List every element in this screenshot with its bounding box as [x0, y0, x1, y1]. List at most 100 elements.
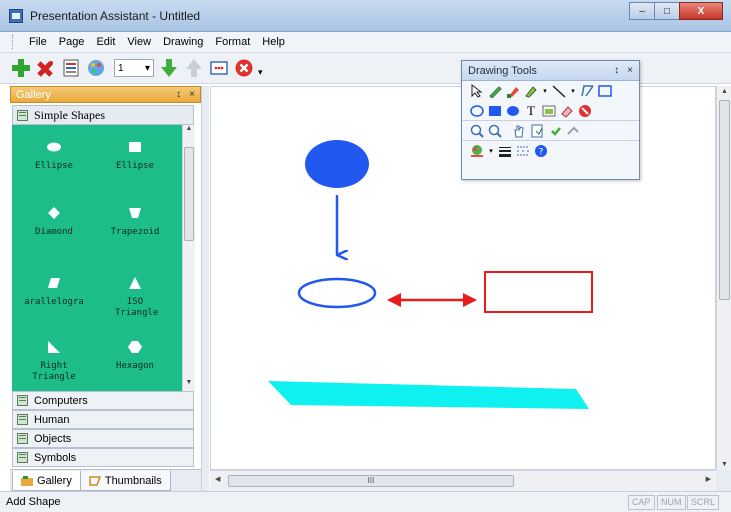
scroll-down-icon[interactable]: ▼	[717, 461, 731, 468]
stop-button[interactable]	[233, 57, 255, 79]
chevron-down-icon: ▾	[144, 62, 150, 74]
menu-view[interactable]: View	[121, 36, 157, 48]
shape-trapezoid[interactable]: Trapezoid	[95, 207, 175, 238]
num-lock-indicator: NUM	[657, 495, 686, 510]
arrowhead-left-icon	[387, 293, 401, 307]
eraser-icon[interactable]	[560, 104, 574, 118]
thumbnails-icon	[89, 475, 101, 486]
shape-ellipse-2[interactable]: Ellipse	[95, 141, 175, 172]
toolbar-overflow-icon[interactable]: ▾	[258, 67, 263, 78]
filled-rectangle-icon[interactable]	[488, 104, 502, 118]
close-button[interactable]: X	[679, 2, 723, 20]
scroll-left-icon[interactable]: ◀	[215, 475, 220, 483]
category-icon	[17, 109, 28, 121]
close-icon[interactable]: ×	[627, 65, 633, 76]
drawing-tools-row-4: ▾ ?	[462, 141, 639, 161]
shape-label: Hexagon	[116, 361, 154, 371]
category-symbols[interactable]: Symbols	[12, 448, 194, 467]
color-picker-icon[interactable]	[470, 144, 484, 158]
minimize-button[interactable]: –	[629, 2, 655, 20]
pan-hand-icon[interactable]	[512, 124, 526, 138]
category-label: Human	[34, 413, 70, 426]
theme-button[interactable]	[85, 57, 107, 79]
menu-help[interactable]: Help	[256, 36, 291, 48]
line-icon[interactable]	[552, 84, 566, 98]
previous-page-button[interactable]	[183, 57, 205, 79]
delete-icon	[37, 61, 53, 77]
slideshow-button[interactable]	[208, 57, 230, 79]
scroll-right-icon[interactable]: ▶	[706, 475, 711, 483]
canvas-horizontal-scrollbar[interactable]: ◀ III ▶	[210, 470, 716, 491]
image-tool-icon[interactable]	[542, 104, 556, 118]
category-simple-shapes[interactable]: Simple Shapes	[12, 105, 194, 125]
pencil-icon[interactable]	[488, 84, 502, 98]
chevron-down-icon[interactable]: ▾	[542, 84, 548, 98]
scroll-down-icon[interactable]: ▼	[183, 379, 195, 391]
canvas-hscroll-thumb[interactable]: III	[228, 475, 514, 487]
menu-page[interactable]: Page	[53, 36, 91, 48]
tab-label: Gallery	[37, 474, 72, 487]
menu-edit[interactable]: Edit	[90, 36, 121, 48]
page-number-select[interactable]: 1 ▾	[114, 59, 154, 77]
page-properties-button[interactable]	[60, 57, 82, 79]
menu-format[interactable]: Format	[209, 36, 256, 48]
new-page-icon[interactable]	[530, 124, 544, 138]
brush-icon[interactable]	[506, 84, 520, 98]
shape-ellipse-1[interactable]: Ellipse	[14, 141, 94, 172]
shape-iso-triangle[interactable]: ISO Triangle	[95, 277, 175, 319]
right-triangle-icon	[48, 341, 60, 353]
rectangle-tool-icon[interactable]	[598, 84, 612, 98]
redo-icon[interactable]	[566, 124, 580, 138]
drawing-tools-header[interactable]: Drawing Tools ↕ ×	[462, 61, 639, 81]
next-page-button[interactable]	[158, 57, 180, 79]
line-style-icon[interactable]	[516, 144, 530, 158]
fill-color-icon[interactable]	[524, 84, 538, 98]
category-objects[interactable]: Objects	[12, 429, 194, 448]
chevron-down-icon[interactable]: ▾	[488, 144, 494, 158]
menu-drawing[interactable]: Drawing	[157, 36, 209, 48]
add-page-button[interactable]	[10, 57, 32, 79]
shape-right-triangle[interactable]: Right Triangle	[14, 341, 94, 383]
shape-parallelogram[interactable]: arallelogra	[14, 277, 94, 308]
category-icon	[17, 433, 28, 444]
select-pointer-icon[interactable]	[470, 84, 484, 98]
scroll-up-icon[interactable]: ▲	[183, 125, 195, 137]
outline-rectangle-shape[interactable]	[484, 271, 593, 313]
panel-splitter[interactable]	[201, 86, 209, 491]
category-computers[interactable]: Computers	[12, 391, 194, 410]
filled-ellipse-shape[interactable]	[305, 140, 369, 188]
scroll-lock-indicator: SCRL	[687, 495, 720, 510]
delete-page-button[interactable]	[35, 57, 57, 79]
maximize-button[interactable]: □	[654, 2, 680, 20]
gallery-scroll-thumb[interactable]	[184, 147, 194, 241]
freeform-icon[interactable]	[580, 84, 594, 98]
menu-grip[interactable]	[12, 35, 15, 49]
menu-file[interactable]: File	[23, 36, 53, 48]
canvas-vscroll-thumb[interactable]	[719, 100, 730, 300]
tab-thumbnails[interactable]: Thumbnails	[79, 471, 171, 491]
menu-bar: File Page Edit View Drawing Format Help	[0, 32, 731, 53]
pin-icon[interactable]: ↕	[614, 65, 619, 76]
canvas-vertical-scrollbar[interactable]: ▲ ▼	[716, 86, 731, 470]
shape-label: ISO Triangle	[115, 297, 159, 318]
shape-hexagon[interactable]: Hexagon	[95, 341, 175, 372]
chevron-down-icon[interactable]: ▾	[570, 84, 576, 98]
scroll-up-icon[interactable]: ▲	[717, 88, 731, 95]
zoom-in-icon[interactable]	[470, 124, 484, 138]
undo-icon[interactable]	[548, 124, 562, 138]
pin-icon[interactable]: ↕	[176, 89, 181, 100]
gallery-scrollbar[interactable]: ▲ ▼	[182, 125, 195, 391]
zoom-out-icon[interactable]	[488, 124, 502, 138]
category-human[interactable]: Human	[12, 410, 194, 429]
tab-gallery[interactable]: Gallery	[12, 471, 81, 491]
line-width-icon[interactable]	[498, 144, 512, 158]
close-icon[interactable]: ×	[189, 89, 195, 100]
text-tool-icon[interactable]: T	[524, 103, 538, 118]
delete-shape-icon[interactable]	[578, 104, 592, 118]
help-icon[interactable]: ?	[534, 144, 548, 158]
filled-ellipse-icon[interactable]	[506, 104, 520, 118]
cyan-parallelogram-shape[interactable]	[268, 381, 589, 409]
shape-diamond[interactable]: Diamond	[14, 207, 94, 238]
outline-ellipse-shape[interactable]	[297, 277, 377, 309]
ellipse-tool-icon[interactable]	[470, 104, 484, 118]
